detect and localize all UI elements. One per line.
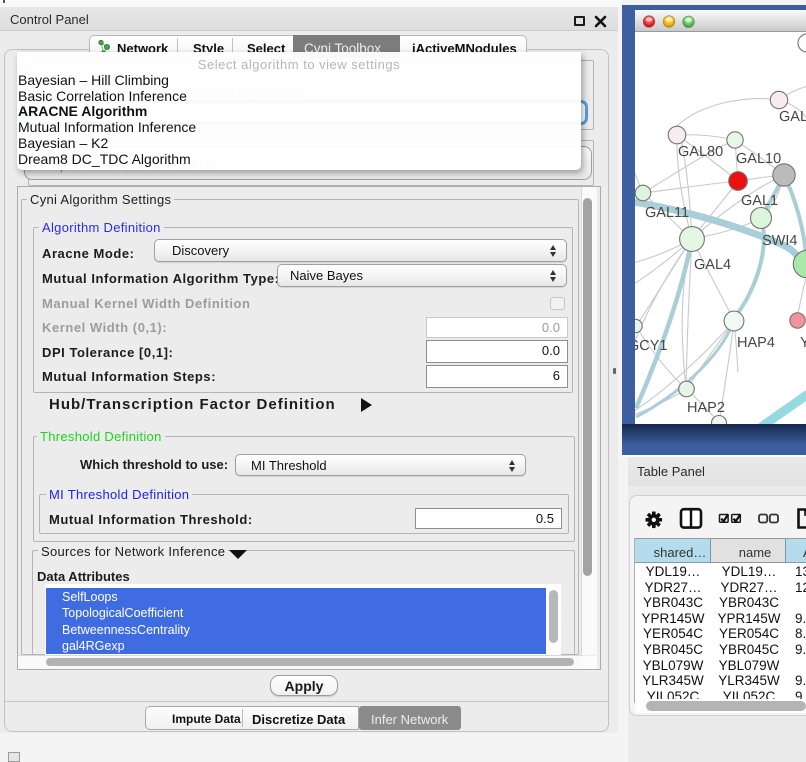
svg-text:GAL80: GAL80 xyxy=(678,144,723,160)
svg-text:GCY1: GCY1 xyxy=(635,338,668,354)
svg-text:GAL10: GAL10 xyxy=(736,151,781,167)
svg-text:GAL11: GAL11 xyxy=(645,205,689,221)
svg-text:HAP2: HAP2 xyxy=(687,400,725,416)
svg-text:GAL4: GAL4 xyxy=(694,257,731,273)
svg-text:HAP4: HAP4 xyxy=(737,335,775,351)
svg-text:GAL1: GAL1 xyxy=(741,193,778,209)
svg-text:Y: Y xyxy=(800,335,806,351)
svg-text:GAL: GAL xyxy=(779,109,806,125)
svg-text:SWI4: SWI4 xyxy=(762,233,797,249)
